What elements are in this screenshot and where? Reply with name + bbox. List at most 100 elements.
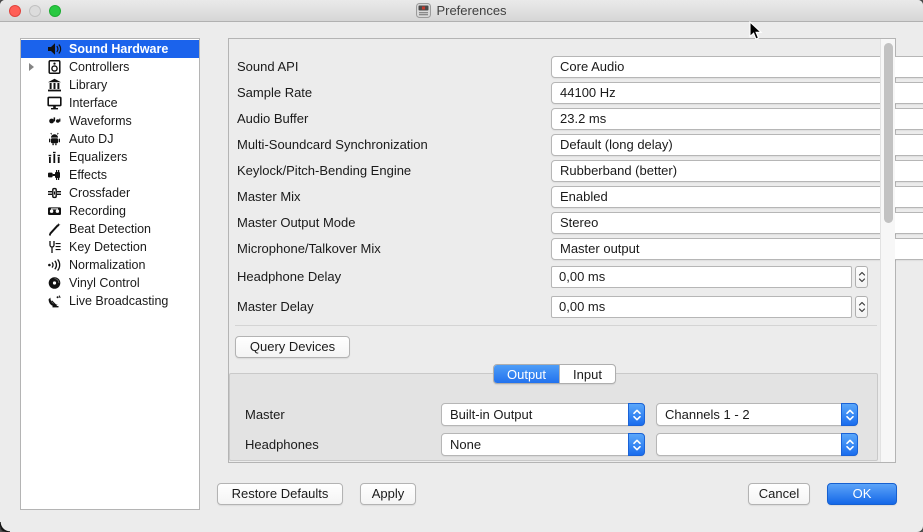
sample-rate-select[interactable]: 44100 Hz (551, 82, 923, 104)
headphones-channels-select[interactable] (656, 433, 858, 456)
ok-button[interactable]: OK (827, 483, 897, 505)
sidebar-item-label: Interface (69, 94, 118, 112)
selected-value: Enabled (560, 187, 923, 207)
sound-api-select[interactable]: Core Audio (551, 56, 923, 78)
form-row-multi-soundcard-sync: Multi-Soundcard Synchronization Default … (229, 134, 879, 156)
field-label: Master Output Mode (237, 212, 356, 234)
selected-value: Master output (560, 239, 923, 259)
sidebar: Sound Hardware Controllers (20, 38, 200, 510)
crossfader-icon (47, 186, 62, 200)
sidebar-item-effects[interactable]: Effects (21, 166, 199, 184)
disclosure-triangle-icon[interactable] (29, 63, 34, 71)
titlebar: Preferences (0, 0, 923, 22)
field-label: Master Delay (237, 296, 314, 318)
waveform-icon (47, 114, 62, 128)
sidebar-item-label: Key Detection (69, 238, 147, 256)
zoom-window-button[interactable] (49, 5, 61, 17)
vertical-scrollbar[interactable] (880, 39, 895, 462)
field-label: Microphone/Talkover Mix (237, 238, 381, 260)
sidebar-item-equalizers[interactable]: Equalizers (21, 148, 199, 166)
tab-input[interactable]: Input (559, 365, 615, 383)
sidebar-item-beat-detection[interactable]: Beat Detection (21, 220, 199, 238)
plug-icon (47, 168, 62, 182)
keylock-engine-select[interactable]: Rubberband (better) (551, 160, 923, 182)
sidebar-item-auto-dj[interactable]: Auto DJ (21, 130, 199, 148)
selected-value: Rubberband (better) (560, 161, 923, 181)
sidebar-item-waveforms[interactable]: Waveforms (21, 112, 199, 130)
sidebar-item-vinyl-control[interactable]: Vinyl Control (21, 274, 199, 292)
sidebar-item-sound-hardware[interactable]: Sound Hardware (21, 40, 199, 58)
preferences-window: Preferences Sound Hardware Con (0, 0, 923, 532)
field-label: Sound API (237, 56, 298, 78)
master-delay-input[interactable]: 0,00 ms (551, 296, 852, 318)
sidebar-item-label: Vinyl Control (69, 274, 140, 292)
field-label: Audio Buffer (237, 108, 308, 130)
selected-value: Default (long delay) (560, 135, 923, 155)
tab-output[interactable]: Output (494, 365, 559, 383)
selected-value: 23.2 ms (560, 109, 923, 129)
close-window-button[interactable] (9, 5, 21, 17)
vinyl-icon (47, 276, 62, 290)
sidebar-item-crossfader[interactable]: Crossfader (21, 184, 199, 202)
sidebar-item-recording[interactable]: Recording (21, 202, 199, 220)
headphone-delay-input[interactable]: 0,00 ms (551, 266, 852, 288)
sidebar-item-controllers[interactable]: Controllers (21, 58, 199, 76)
wand-icon (47, 222, 62, 236)
restore-defaults-button[interactable]: Restore Defaults (217, 483, 343, 505)
headphone-delay-stepper[interactable] (855, 266, 868, 288)
sidebar-item-live-broadcasting[interactable]: Live Broadcasting (21, 292, 199, 310)
monitor-icon (47, 96, 62, 110)
sidebar-item-normalization[interactable]: Normalization (21, 256, 199, 274)
selected-value: Built-in Output (450, 404, 622, 425)
io-tabs: Output Input (493, 364, 616, 384)
multi-soundcard-sync-select[interactable]: Default (long delay) (551, 134, 923, 156)
master-output-mode-select[interactable]: Stereo (551, 212, 923, 234)
sidebar-item-label: Auto DJ (69, 130, 113, 148)
microphone-talkover-select[interactable]: Master output (551, 238, 923, 260)
device-label: Headphones (245, 433, 319, 456)
sidebar-item-label: Beat Detection (69, 220, 151, 238)
form-row-master-output-mode: Master Output Mode Stereo (229, 212, 879, 234)
selected-value: Stereo (560, 213, 923, 233)
traffic-lights (9, 5, 61, 17)
form-row-sample-rate: Sample Rate 44100 Hz (229, 82, 879, 104)
form-row-audio-buffer: Audio Buffer 23.2 ms (229, 108, 879, 130)
audio-buffer-select[interactable]: 23.2 ms (551, 108, 923, 130)
popup-arrows-icon (841, 403, 858, 426)
apply-button[interactable]: Apply (360, 483, 416, 505)
sidebar-item-key-detection[interactable]: Key Detection (21, 238, 199, 256)
window-corner (0, 522, 10, 532)
form-row-microphone-talkover-mix: Microphone/Talkover Mix Master output (229, 238, 879, 260)
settings-panel: Sound API Core Audio Sample Rate 44100 H… (228, 38, 896, 463)
sidebar-item-label: Equalizers (69, 148, 127, 166)
sidebar-item-interface[interactable]: Interface (21, 94, 199, 112)
popup-arrows-icon (628, 403, 645, 426)
field-label: Keylock/Pitch-Bending Engine (237, 160, 411, 182)
headphones-device-select[interactable]: None (441, 433, 645, 456)
sidebar-item-label: Normalization (69, 256, 145, 274)
sound-waves-icon (47, 258, 62, 272)
minimize-window-button[interactable] (29, 5, 41, 17)
master-mix-select[interactable]: Enabled (551, 186, 923, 208)
device-row-master: Master Built-in Output Channels 1 - 2 (230, 403, 877, 426)
app-icon (416, 3, 431, 18)
master-device-select[interactable]: Built-in Output (441, 403, 645, 426)
scrollbar-thumb[interactable] (884, 43, 893, 223)
query-devices-button[interactable]: Query Devices (235, 336, 350, 358)
sidebar-item-library[interactable]: Library (21, 76, 199, 94)
master-channels-select[interactable]: Channels 1 - 2 (656, 403, 858, 426)
sidebar-item-label: Effects (69, 166, 107, 184)
sidebar-item-label: Sound Hardware (69, 40, 168, 58)
field-label: Headphone Delay (237, 266, 341, 288)
section-divider (235, 325, 877, 326)
form-row-master-delay: Master Delay 0,00 ms (229, 296, 879, 318)
field-label: Sample Rate (237, 82, 312, 104)
form-row-keylock-engine: Keylock/Pitch-Bending Engine Rubberband … (229, 160, 879, 182)
controller-icon (47, 60, 62, 74)
library-icon (47, 78, 62, 92)
equalizer-icon (47, 150, 62, 164)
cancel-button[interactable]: Cancel (748, 483, 810, 505)
device-panel: Master Built-in Output Channels 1 - 2 He… (229, 373, 878, 461)
master-delay-stepper[interactable] (855, 296, 868, 318)
tuning-fork-icon (47, 240, 62, 254)
